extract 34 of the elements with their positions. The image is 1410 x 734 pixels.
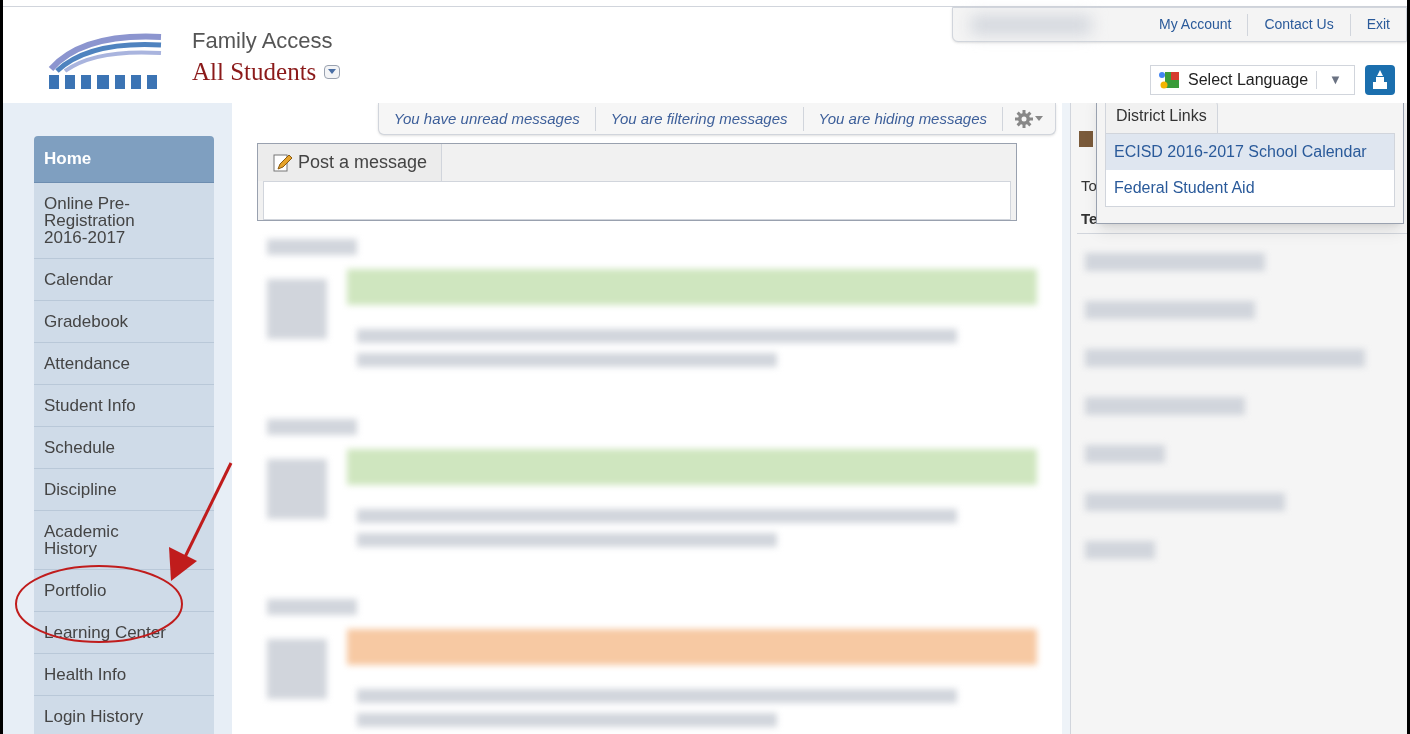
sidebar-item[interactable]: Student Info [34,384,214,427]
dropdown-icon[interactable] [324,64,341,79]
sidebar-item[interactable]: Online Pre-Registration 2016-2017 [34,182,214,259]
translate-icon [1158,70,1180,90]
sidebar-item[interactable]: Health Info [34,653,214,696]
partial-label: Te [1081,208,1098,229]
language-selector[interactable]: Select Language ▼ [1150,65,1355,95]
product-title: Family Access [192,27,334,55]
sidebar-item[interactable]: Academic History [34,510,214,570]
filter-link[interactable]: You are filtering messages [595,106,804,131]
sidebar-item[interactable]: Attendance [34,342,214,385]
top-link[interactable]: Exit [1350,14,1406,35]
caret-icon [1035,116,1043,121]
school-icon [1372,70,1388,90]
sidebar-item[interactable]: Schedule [34,426,214,469]
district-links-tab[interactable]: District Links [1105,103,1218,133]
post-message-tab[interactable]: Post a message [258,144,443,181]
edit-icon [272,152,292,173]
top-link[interactable]: Contact Us [1248,14,1350,35]
sidebar-item[interactable]: Portfolio [34,569,214,612]
filter-link[interactable]: You are hiding messages [803,106,1003,131]
sidebar-item[interactable]: Discipline [34,468,214,511]
sidebar-item[interactable]: Login History [34,695,214,734]
partial-label: To [1081,176,1098,196]
filter-link[interactable]: You have unread messages [378,106,596,131]
top-link[interactable]: My Account [1143,14,1248,35]
student-selector[interactable]: All Students [192,59,317,84]
sidebar-item[interactable]: Gradebook [34,300,214,343]
district-link[interactable]: ECISD 2016-2017 School Calendar [1106,134,1394,170]
calendar-icon [1079,131,1093,147]
sidebar-item[interactable]: Calendar [34,258,214,301]
district-button[interactable] [1365,65,1395,95]
message-input-field[interactable] [263,181,1011,220]
settings-icon [1015,109,1033,128]
